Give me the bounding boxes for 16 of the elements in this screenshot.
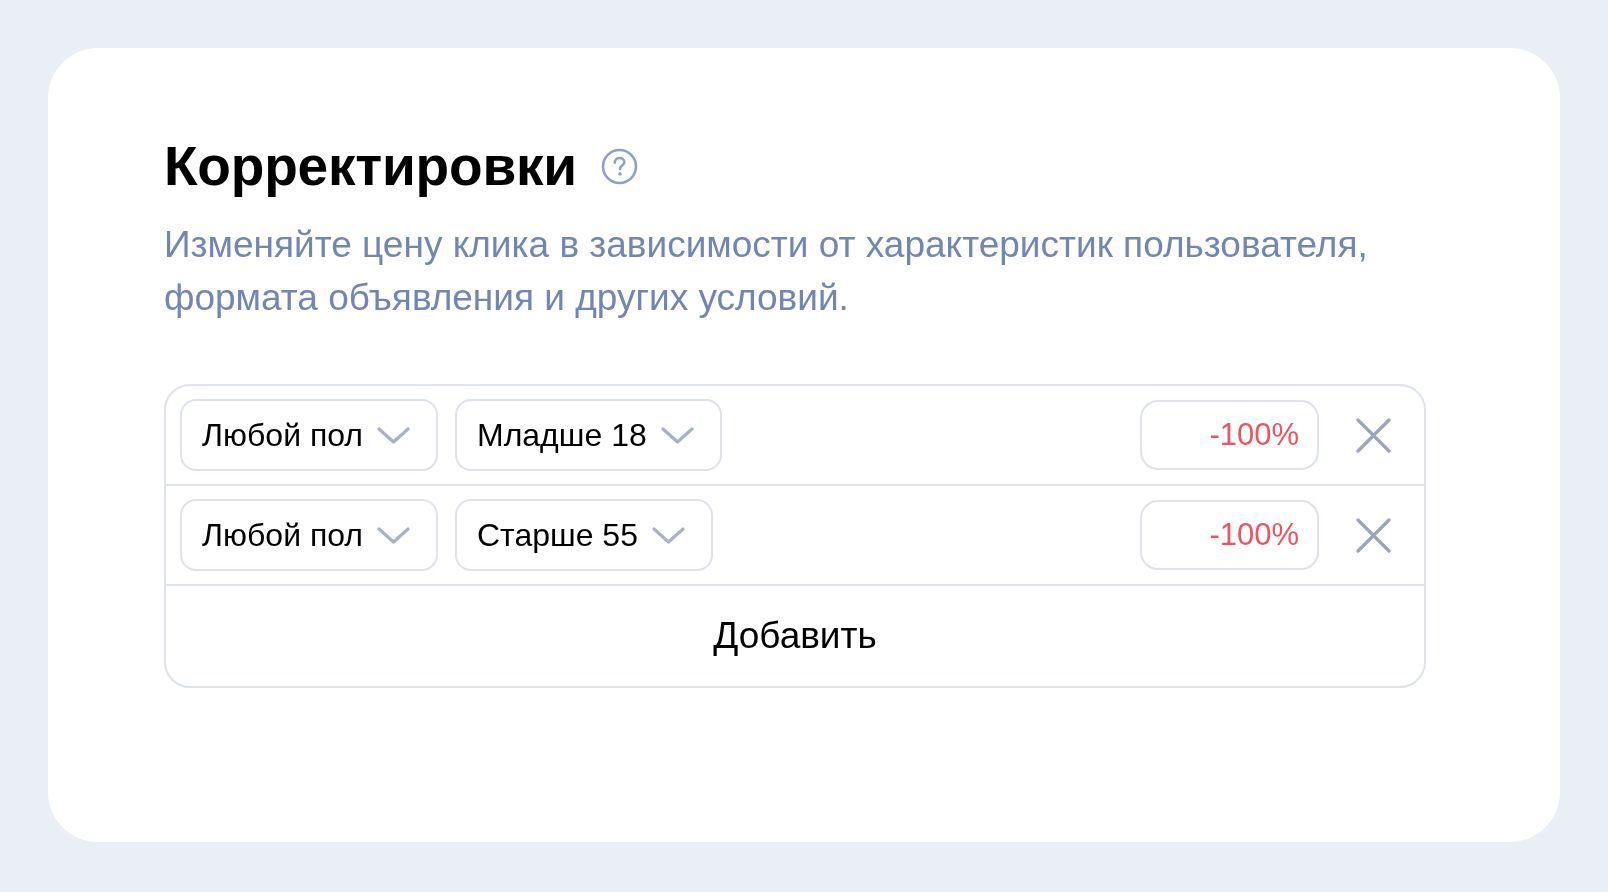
section-description: Изменяйте цену клика в зависимости от характеристик пользователя, формата объявления и других условий. xyxy=(164,223,1369,320)
gender-dropdown[interactable]: Любой пол xyxy=(180,499,438,571)
close-icon xyxy=(1356,417,1391,453)
remove-button[interactable] xyxy=(1356,517,1391,553)
remove-button[interactable] xyxy=(1356,417,1391,453)
chevron-down-icon xyxy=(377,526,410,544)
close-icon xyxy=(1356,517,1391,553)
chevron-down-icon xyxy=(660,426,694,444)
add-button[interactable]: Добавить xyxy=(166,586,1424,686)
gender-dropdown[interactable]: Любой пол xyxy=(180,399,438,471)
age-dropdown[interactable]: Старше 55 xyxy=(455,499,713,571)
help-icon[interactable] xyxy=(600,147,638,185)
section-title: Корректировки xyxy=(164,134,577,198)
chevron-down-icon xyxy=(377,426,410,444)
chevron-down-icon xyxy=(651,526,685,544)
age-dropdown[interactable]: Младше 18 xyxy=(455,399,722,471)
